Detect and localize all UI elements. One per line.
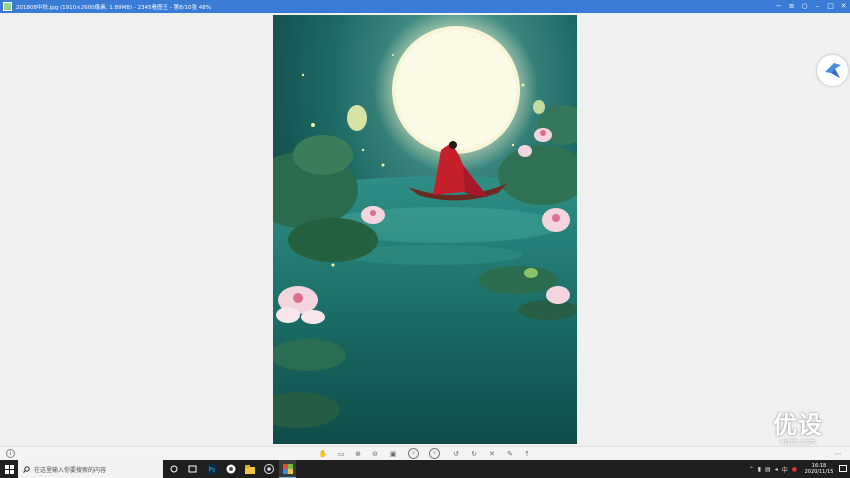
edit-icon[interactable]: ✎ bbox=[505, 449, 515, 459]
info-icon[interactable]: i bbox=[6, 449, 15, 458]
image-canvas[interactable] bbox=[0, 13, 850, 447]
minimize-to-tray-button[interactable]: − bbox=[772, 0, 785, 13]
ime-indicator[interactable]: 中 bbox=[782, 465, 788, 474]
system-tray: ⌃ ▮ ▤ ◂ 中 ● 16:18 2020/11/15 bbox=[747, 460, 850, 478]
mid-autumn-illustration bbox=[273, 15, 577, 444]
app-logo-icon bbox=[3, 2, 12, 11]
viewer-toolbar: i ✋ ▭ ⊕ ⊖ ▣ ‹ › ↺ ↻ ✕ ✎ ↑ ⋯ bbox=[0, 446, 850, 460]
svg-text:Ps: Ps bbox=[208, 467, 215, 474]
image-viewer-window: 201808中秋.jpg (1910×2600像素, 1.89MB) - 234… bbox=[0, 0, 850, 478]
app-icon[interactable] bbox=[222, 460, 239, 478]
rotate-left-icon[interactable]: ↺ bbox=[451, 449, 461, 459]
zoom-in-icon[interactable]: ⊕ bbox=[353, 449, 363, 459]
actual-size-icon[interactable]: ▣ bbox=[388, 449, 398, 459]
search-placeholder: 在这里输入你要搜索的内容 bbox=[34, 466, 107, 474]
title-bar[interactable]: 201808中秋.jpg (1910×2600像素, 1.89MB) - 234… bbox=[0, 0, 850, 13]
cortana-icon[interactable] bbox=[165, 460, 182, 478]
task-view-icon[interactable] bbox=[184, 460, 201, 478]
clock[interactable]: 16:18 2020/11/15 bbox=[802, 463, 836, 475]
next-icon[interactable]: › bbox=[429, 448, 440, 459]
close-button[interactable]: ✕ bbox=[837, 0, 850, 13]
clock-date: 2020/11/15 bbox=[804, 469, 834, 475]
image-viewer-icon[interactable] bbox=[279, 460, 296, 478]
minimize-button[interactable]: – bbox=[811, 0, 824, 13]
maximize-button[interactable]: □ bbox=[824, 0, 837, 13]
chrome-icon[interactable] bbox=[260, 460, 277, 478]
antivirus-icon[interactable]: ● bbox=[792, 466, 797, 473]
network-icon[interactable]: ▤ bbox=[765, 466, 771, 473]
bird-logo-icon bbox=[824, 62, 841, 78]
pin-button[interactable]: ○ bbox=[798, 0, 811, 13]
volume-icon[interactable]: ◂ bbox=[775, 466, 778, 473]
window-controls: − ≡ ○ – □ ✕ bbox=[772, 0, 850, 13]
settings-button[interactable]: ≡ bbox=[785, 0, 798, 13]
hand-icon[interactable]: ✋ bbox=[318, 449, 328, 459]
watermark-main: 优设 bbox=[773, 411, 823, 439]
rotate-right-icon[interactable]: ↻ bbox=[469, 449, 479, 459]
watermark-sub: uisdc.com bbox=[780, 438, 816, 446]
delete-icon[interactable]: ✕ bbox=[487, 449, 497, 459]
taskbar-search-box[interactable]: 在这里输入你要搜索的内容 bbox=[18, 460, 163, 478]
start-button[interactable] bbox=[0, 460, 18, 478]
feedback-button[interactable] bbox=[817, 55, 848, 86]
fit-icon[interactable]: ▭ bbox=[336, 449, 346, 459]
chevron-up-icon[interactable]: ⌃ bbox=[749, 466, 754, 473]
more-icon[interactable]: ⋯ bbox=[833, 449, 843, 459]
prev-icon[interactable]: ‹ bbox=[408, 448, 419, 459]
microphone-icon[interactable]: ▮ bbox=[758, 466, 761, 473]
file-explorer-icon[interactable] bbox=[241, 460, 258, 478]
windows-icon bbox=[4, 464, 14, 474]
taskbar: 在这里输入你要搜索的内容 Ps ⌃ ▮ ▤ ◂ 中 ● 16:18 2020/1… bbox=[0, 460, 850, 478]
search-icon bbox=[23, 465, 30, 473]
zoom-out-icon[interactable]: ⊖ bbox=[370, 449, 380, 459]
displayed-image[interactable] bbox=[273, 15, 577, 444]
notification-center-icon[interactable] bbox=[836, 460, 850, 478]
upload-icon[interactable]: ↑ bbox=[522, 449, 532, 459]
photoshop-icon[interactable]: Ps bbox=[203, 460, 220, 478]
window-title: 201808中秋.jpg (1910×2600像素, 1.89MB) - 234… bbox=[16, 4, 211, 11]
watermark: 优设 uisdc.com bbox=[760, 412, 836, 446]
